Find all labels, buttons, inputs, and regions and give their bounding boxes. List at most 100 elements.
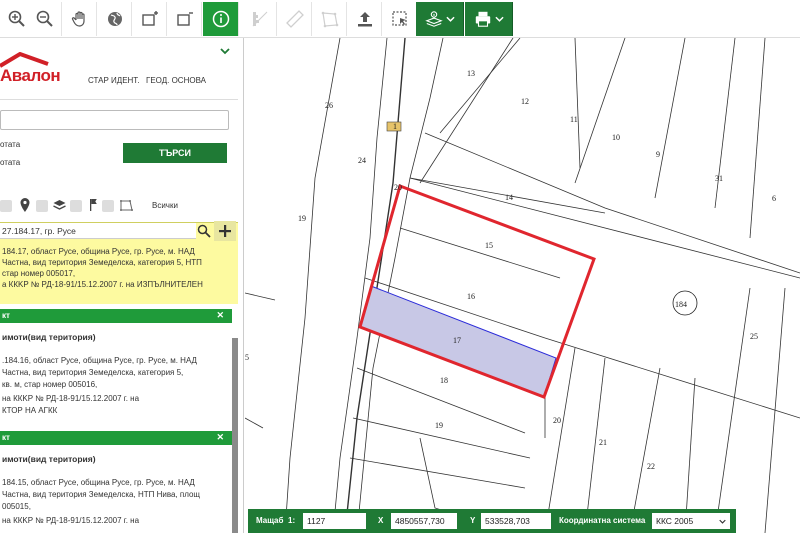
filter-icon-row: Всички [0,196,238,216]
zoom-out-icon [36,10,53,27]
selected-info-line: стар номер 005017, [2,269,76,278]
selected-search-field[interactable]: 27.184.17, гр. Русе [0,223,196,239]
selected-info-line: 184.17, област Русе, община Русе, гр. Ру… [2,247,195,256]
scale-label: Мащаб [256,516,284,525]
result-panel-header[interactable]: кт ✕ [0,431,232,445]
parcel-label: 16 [467,292,475,301]
extent-prev-icon [176,12,193,26]
parcel-label: 10 [612,133,620,142]
x-coordinate-field[interactable]: 4850557,730 [391,513,457,529]
pan-button[interactable] [63,2,97,36]
search-input[interactable] [0,110,229,130]
y-coordinate-field[interactable]: 533528,703 [481,513,551,529]
panel-line: 005015, [2,502,31,511]
parcel-label: 1 [393,122,397,131]
parcel-label: 13 [467,69,475,78]
block-number-label: 184 [675,300,687,309]
filter-chip[interactable] [0,200,12,212]
map-canvas[interactable]: 13 12 11 10 9 31 6 26 24 1 20 14 15 16 1… [245,38,800,533]
close-icon[interactable]: ✕ [216,310,224,321]
close-icon[interactable]: ✕ [216,432,224,443]
previous-extent-button[interactable] [168,2,202,36]
polygon-icon[interactable] [119,199,133,211]
crs-select[interactable]: ККС 2005 [652,513,730,529]
panel-line: Частна, вид територия Земеделска, НТП Ни… [2,490,201,499]
parcel-label: 22 [647,462,655,471]
filter-chip[interactable] [102,200,114,212]
select-area-button[interactable] [383,2,417,36]
panel-line: на ККKP № РД-18-91/15.12.2007 г. на [2,394,140,403]
result-panel-header[interactable]: кт ✕ [0,309,232,323]
tab-geodetic-base[interactable]: ГЕОД. ОСНОВА [146,76,206,85]
parcel-label: 19 [298,214,306,223]
parcel-label: 5 [245,353,249,362]
selected-info-line: Частна, вид територия Земеделска, катего… [2,258,202,267]
layers-icon[interactable] [53,199,66,211]
selected-info-line: а ККKP № РД-18-91/15.12.2007 г. на ИЗПЪЛ… [2,280,203,289]
parcel-label: 25 [750,332,758,341]
parcel-label: 31 [715,174,723,183]
parcel-label: 14 [505,193,513,202]
polygon-button[interactable] [313,2,347,36]
scale-input[interactable]: 1127 [303,513,366,529]
location-pin-icon[interactable] [19,198,31,212]
search-button[interactable]: ТЪРСИ [123,143,227,163]
search-label-2: отата [0,158,21,167]
panel-title: имоти(вид територия) [2,332,96,342]
chevron-down-icon [494,16,504,22]
zoom-out-button[interactable] [28,2,62,36]
chevron-down-icon [445,16,455,22]
parcel-label: 19 [435,421,443,430]
parcel-label: 9 [656,150,660,159]
tab-old-identifier[interactable]: СТАР ИДЕНТ. [88,76,140,85]
panel-header-label: кт [2,311,10,320]
flag-icon[interactable] [88,198,98,212]
layers-icon [424,11,443,27]
filter-all-label[interactable]: Всички [152,201,178,210]
print-dropdown-button[interactable] [465,2,513,36]
parcel-label: 12 [521,97,529,106]
panel-line: кв. м, стар номер 005016, [2,380,98,389]
parcel-label: 26 [325,101,333,110]
crs-label: Координатна система [559,516,646,525]
panel-line: КТОР НА АГКК [2,406,58,415]
polygon-icon [321,11,338,28]
info-icon [212,10,229,28]
layers-dropdown-button[interactable] [416,2,464,36]
ruler-icon [285,10,304,28]
panel-line: .184.16, област Русе, община Русе, гр. Р… [2,356,197,365]
crs-value: ККС 2005 [656,516,694,526]
coordinate-status-bar: Мащаб 1: 1127 X 4850557,730 Y 533528,703… [248,509,736,533]
search-icon[interactable] [197,224,211,238]
next-extent-button[interactable] [133,2,167,36]
upload-button[interactable] [348,2,382,36]
ruler-button[interactable] [278,2,312,36]
parcel-label: 20 [553,416,561,425]
info-button[interactable] [203,2,239,36]
cadastral-map[interactable]: 13 12 11 10 9 31 6 26 24 1 20 14 15 16 1… [245,38,800,533]
parcel-label: 20 [394,183,402,192]
scale-prefix: 1: [288,516,296,525]
chevron-down-icon[interactable] [220,46,230,56]
full-extent-button[interactable] [98,2,132,36]
sidebar: Авалон СТАР ИДЕНТ. ГЕОД. ОСНОВА отата от… [0,38,244,533]
printer-icon [475,11,490,27]
search-label-1: отата [0,140,21,149]
measure-area-icon [252,11,267,27]
select-area-icon [391,11,407,26]
parcel-label: 17 [453,336,461,345]
panel-line: Частна, вид територия Земеделска, катего… [2,368,184,377]
measure-area-button[interactable] [243,2,277,36]
y-label: Y [470,516,476,525]
logo-text: Авалон [0,66,61,85]
sidebar-scrollbar[interactable] [232,338,238,533]
parcel-label: 15 [485,241,493,250]
filter-chip[interactable] [36,200,48,212]
add-button[interactable] [214,221,236,241]
sidebar-header: Авалон СТАР ИДЕНТ. ГЕОД. ОСНОВА [0,38,238,100]
filter-chip[interactable] [70,200,82,212]
x-label: X [378,516,384,525]
parcel-label: 21 [599,438,607,447]
panel-line: 184.15, област Русе, община Русе, гр. Ру… [2,478,195,487]
map-toolbar [0,0,800,38]
